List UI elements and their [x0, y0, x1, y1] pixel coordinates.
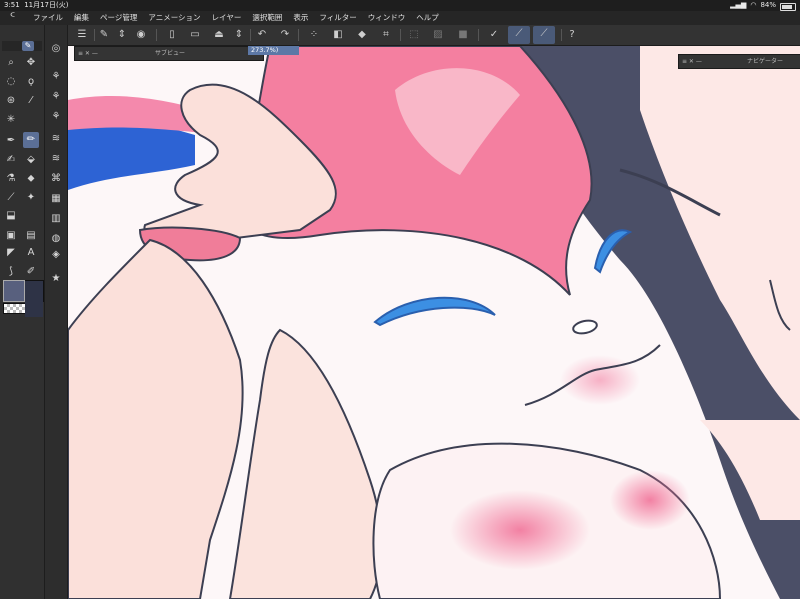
snap-special-icon[interactable]: ⟋ [533, 26, 555, 44]
navigator-icon[interactable]: ◎ [48, 41, 64, 57]
brush-size-icon[interactable]: ⚘ [48, 89, 64, 105]
command-bar: ☰ ✎ ⇕ ◉ ▯ ▭ ⏏ ⇕ ↶ ↷ ⁘ ◧ ◆ ⌗ ⬚ ▨ ■ ✓ ⟋ ⟋ … [68, 25, 800, 46]
menu-help[interactable]: ヘルプ [416, 11, 439, 25]
magic-icon[interactable]: ✳ [3, 112, 19, 128]
canvas-edit-icon[interactable]: ✎ [96, 27, 112, 43]
navigator-title: ナビゲーター [747, 58, 784, 65]
palette-close-icon-2[interactable]: ≡ ✕ — [682, 55, 702, 68]
clear-icon[interactable]: ◧ [330, 27, 346, 43]
new-file-icon[interactable]: ▯ [164, 27, 180, 43]
frame-icon[interactable]: ▤ [23, 228, 39, 244]
menu-view[interactable]: 表示 [293, 11, 308, 25]
stepper-icon[interactable]: ⇕ [114, 27, 130, 43]
color-wheel-icon[interactable]: ▦ [48, 191, 64, 207]
lasso-icon[interactable]: ◌ [3, 74, 19, 90]
snap-ruler-icon[interactable]: ✓ [486, 27, 502, 43]
menu-window[interactable]: ウィンドウ [368, 11, 406, 25]
similar-color-icon[interactable]: ◈ [48, 247, 64, 263]
lasso-select-icon[interactable]: ϙ [23, 74, 39, 90]
status-right: ▂▄▆ ◠ 84% [730, 0, 796, 11]
battery-icon [780, 2, 796, 11]
figure-icon[interactable]: ◤ [3, 245, 19, 261]
open-folder-icon[interactable]: ▭ [187, 27, 203, 43]
material-icon[interactable]: ★ [48, 271, 64, 287]
navigator-palette: ≡ ✕ — ナビゲーター [678, 54, 800, 69]
separator [478, 29, 479, 41]
transform-icon[interactable]: ⬚ [406, 27, 422, 43]
separator [250, 29, 251, 41]
move-icon[interactable]: ✥ [23, 55, 39, 71]
layer-search-icon[interactable]: ⌘ [48, 171, 64, 187]
undo-icon[interactable]: ↶ [254, 27, 270, 43]
stamp-icon[interactable]: ⬓ [3, 208, 19, 224]
deselect-icon[interactable]: ⁘ [306, 27, 322, 43]
save-icon[interactable]: ⏏ [211, 27, 227, 43]
color-set-icon[interactable]: ▥ [48, 211, 64, 227]
snap-grid-icon[interactable]: ⟋ [508, 26, 530, 44]
separator [298, 29, 299, 41]
zoom-icon[interactable]: ⌕ [3, 55, 19, 71]
redo-icon[interactable]: ↷ [277, 27, 293, 43]
separator [94, 29, 95, 41]
tool-palette: ✎ ⌕ ✥ ◌ ϙ ⊛ ⁄ ✳ ✒ ✏ ✍ ⬙ ⚗ ⬥ ⟋ ✦ ⬓ ▣ ▤ ◤ … [0, 25, 45, 599]
canvas-tab-zoom[interactable]: 273.7%) [248, 46, 299, 55]
intermediate-color-icon[interactable]: ◍ [48, 231, 64, 247]
menu-layer[interactable]: レイヤー [212, 11, 242, 25]
hamburger-icon[interactable]: ☰ [74, 27, 90, 43]
correct-line-icon[interactable]: ✐ [23, 264, 39, 280]
eraser-icon[interactable]: ⬙ [23, 152, 39, 168]
sub-view-title: サブビュー [155, 50, 186, 57]
brush-icon[interactable]: ✍ [3, 152, 19, 168]
shape-icon[interactable]: ■ [455, 27, 471, 43]
sub-tool-icon[interactable]: ⚘ [48, 109, 64, 125]
eyedropper-icon[interactable]: ⁄ [23, 93, 39, 109]
menu-animation[interactable]: アニメーション [148, 11, 200, 25]
paint-icon[interactable]: ⬥ [23, 171, 39, 187]
sub-palette-column: ◎ ⚘ ⚘ ⚘ ≋ ≋ ⌘ ▦ ▥ ◍ ◈ ★ [45, 25, 68, 599]
layers-icon[interactable]: ≋ [48, 131, 64, 147]
separator [156, 29, 157, 41]
separator [561, 29, 562, 41]
menu-edit[interactable]: 編集 [74, 11, 89, 25]
pen-tab-icon[interactable]: ✎ [22, 41, 34, 51]
menu-page[interactable]: ページ管理 [100, 11, 137, 25]
sub-color-fill [25, 297, 43, 317]
line-icon[interactable]: ⟋ [3, 190, 19, 206]
stepper-icon-2[interactable]: ⇕ [231, 27, 247, 43]
fill-icon[interactable]: ◆ [354, 27, 370, 43]
menu-items: ファイル 編集 ページ管理 アニメーション レイヤー 選択範囲 表示 フィルター… [33, 11, 439, 25]
battery-percent: 84% [760, 1, 776, 9]
sub-view-palette: ≡ ✕ — サブビュー [74, 46, 264, 61]
pen-icon[interactable]: ✒ [3, 133, 19, 149]
palette-close-icon[interactable]: ≡ ✕ — [78, 47, 98, 60]
tool-property-icon[interactable]: ⚘ [48, 69, 64, 85]
ios-status-bar: 3:51 11月17日(火) ▂▄▆ ◠ 84% [0, 0, 800, 11]
menu-selection[interactable]: 選択範囲 [252, 11, 282, 25]
auto-select-icon[interactable]: ⊛ [3, 93, 19, 109]
balloon-icon[interactable]: ⟆ [3, 264, 19, 280]
scale-icon[interactable]: ▨ [430, 27, 446, 43]
view-icon[interactable]: ◉ [133, 27, 149, 43]
gradient-icon[interactable]: ▣ [3, 228, 19, 244]
help-icon[interactable]: ? [564, 27, 580, 43]
signal-icon: ▂▄▆ [730, 1, 747, 9]
main-color-swatch[interactable] [3, 280, 25, 302]
menu-bar: ᒼ ファイル 編集 ページ管理 アニメーション レイヤー 選択範囲 表示 フィル… [0, 11, 800, 26]
app-logo-icon[interactable]: ᒼ [10, 12, 24, 23]
separator [400, 29, 401, 41]
menu-filter[interactable]: フィルター [319, 11, 356, 25]
menu-file[interactable]: ファイル [33, 11, 63, 25]
text-icon[interactable]: A [23, 245, 39, 261]
status-time-date: 3:51 11月17日(火) [4, 1, 69, 9]
wifi-icon: ◠ [750, 1, 757, 9]
artwork [68, 46, 800, 599]
fill-bucket-icon[interactable]: ⚗ [3, 171, 19, 187]
pencil-icon[interactable]: ✏ [23, 132, 39, 148]
layer-property-icon[interactable]: ≋ [48, 151, 64, 167]
crop-icon[interactable]: ⌗ [378, 27, 394, 43]
canvas[interactable] [68, 46, 800, 599]
sparkle-icon[interactable]: ✦ [23, 190, 39, 206]
